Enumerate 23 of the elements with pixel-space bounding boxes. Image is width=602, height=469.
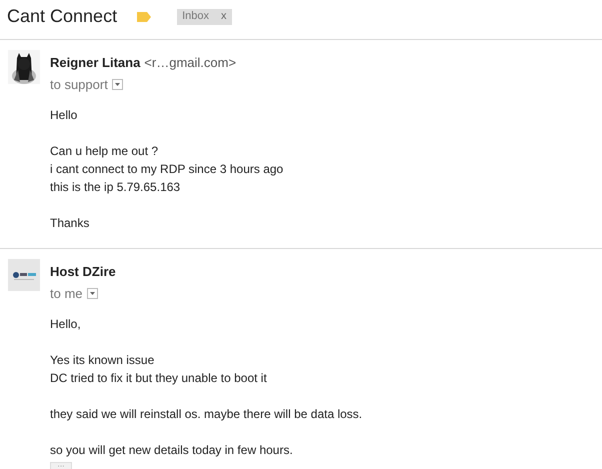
message-line: DC tried to fix it but they unable to boot it — [50, 370, 268, 387]
message-line: Hello — [50, 107, 78, 124]
message-line: Hello, — [50, 316, 82, 333]
message-line: Can u help me out ? — [50, 143, 160, 160]
recipient-text: to support — [50, 76, 108, 94]
caret-icon — [90, 292, 95, 295]
tag-icon — [137, 12, 152, 22]
caret-icon — [114, 82, 120, 86]
message-line: i cant connect to my RDP since 3 hours ago — [50, 161, 284, 178]
message-line: Yes its known issue — [50, 352, 156, 369]
subject-title: Cant Connect — [7, 5, 118, 28]
details-dropdown[interactable] — [86, 288, 98, 299]
message-line: Thanks — [50, 215, 90, 232]
message-line: so you will get new details today in few hours. — [50, 442, 294, 459]
message-line: this is the ip 5.79.65.163 — [50, 179, 182, 196]
sender-name: Host DZire — [50, 263, 116, 281]
recipient-text: to me — [50, 284, 83, 302]
label-text: Inbox — [182, 9, 209, 24]
sender-name: Reigner Litana — [50, 54, 140, 72]
message-line: they said we will reinstall os. maybe there will be data loss. — [50, 406, 362, 423]
remove-label-button[interactable]: x — [221, 8, 226, 25]
details-dropdown[interactable] — [112, 78, 123, 90]
sender-email: <r…gmail.com> — [144, 54, 236, 72]
